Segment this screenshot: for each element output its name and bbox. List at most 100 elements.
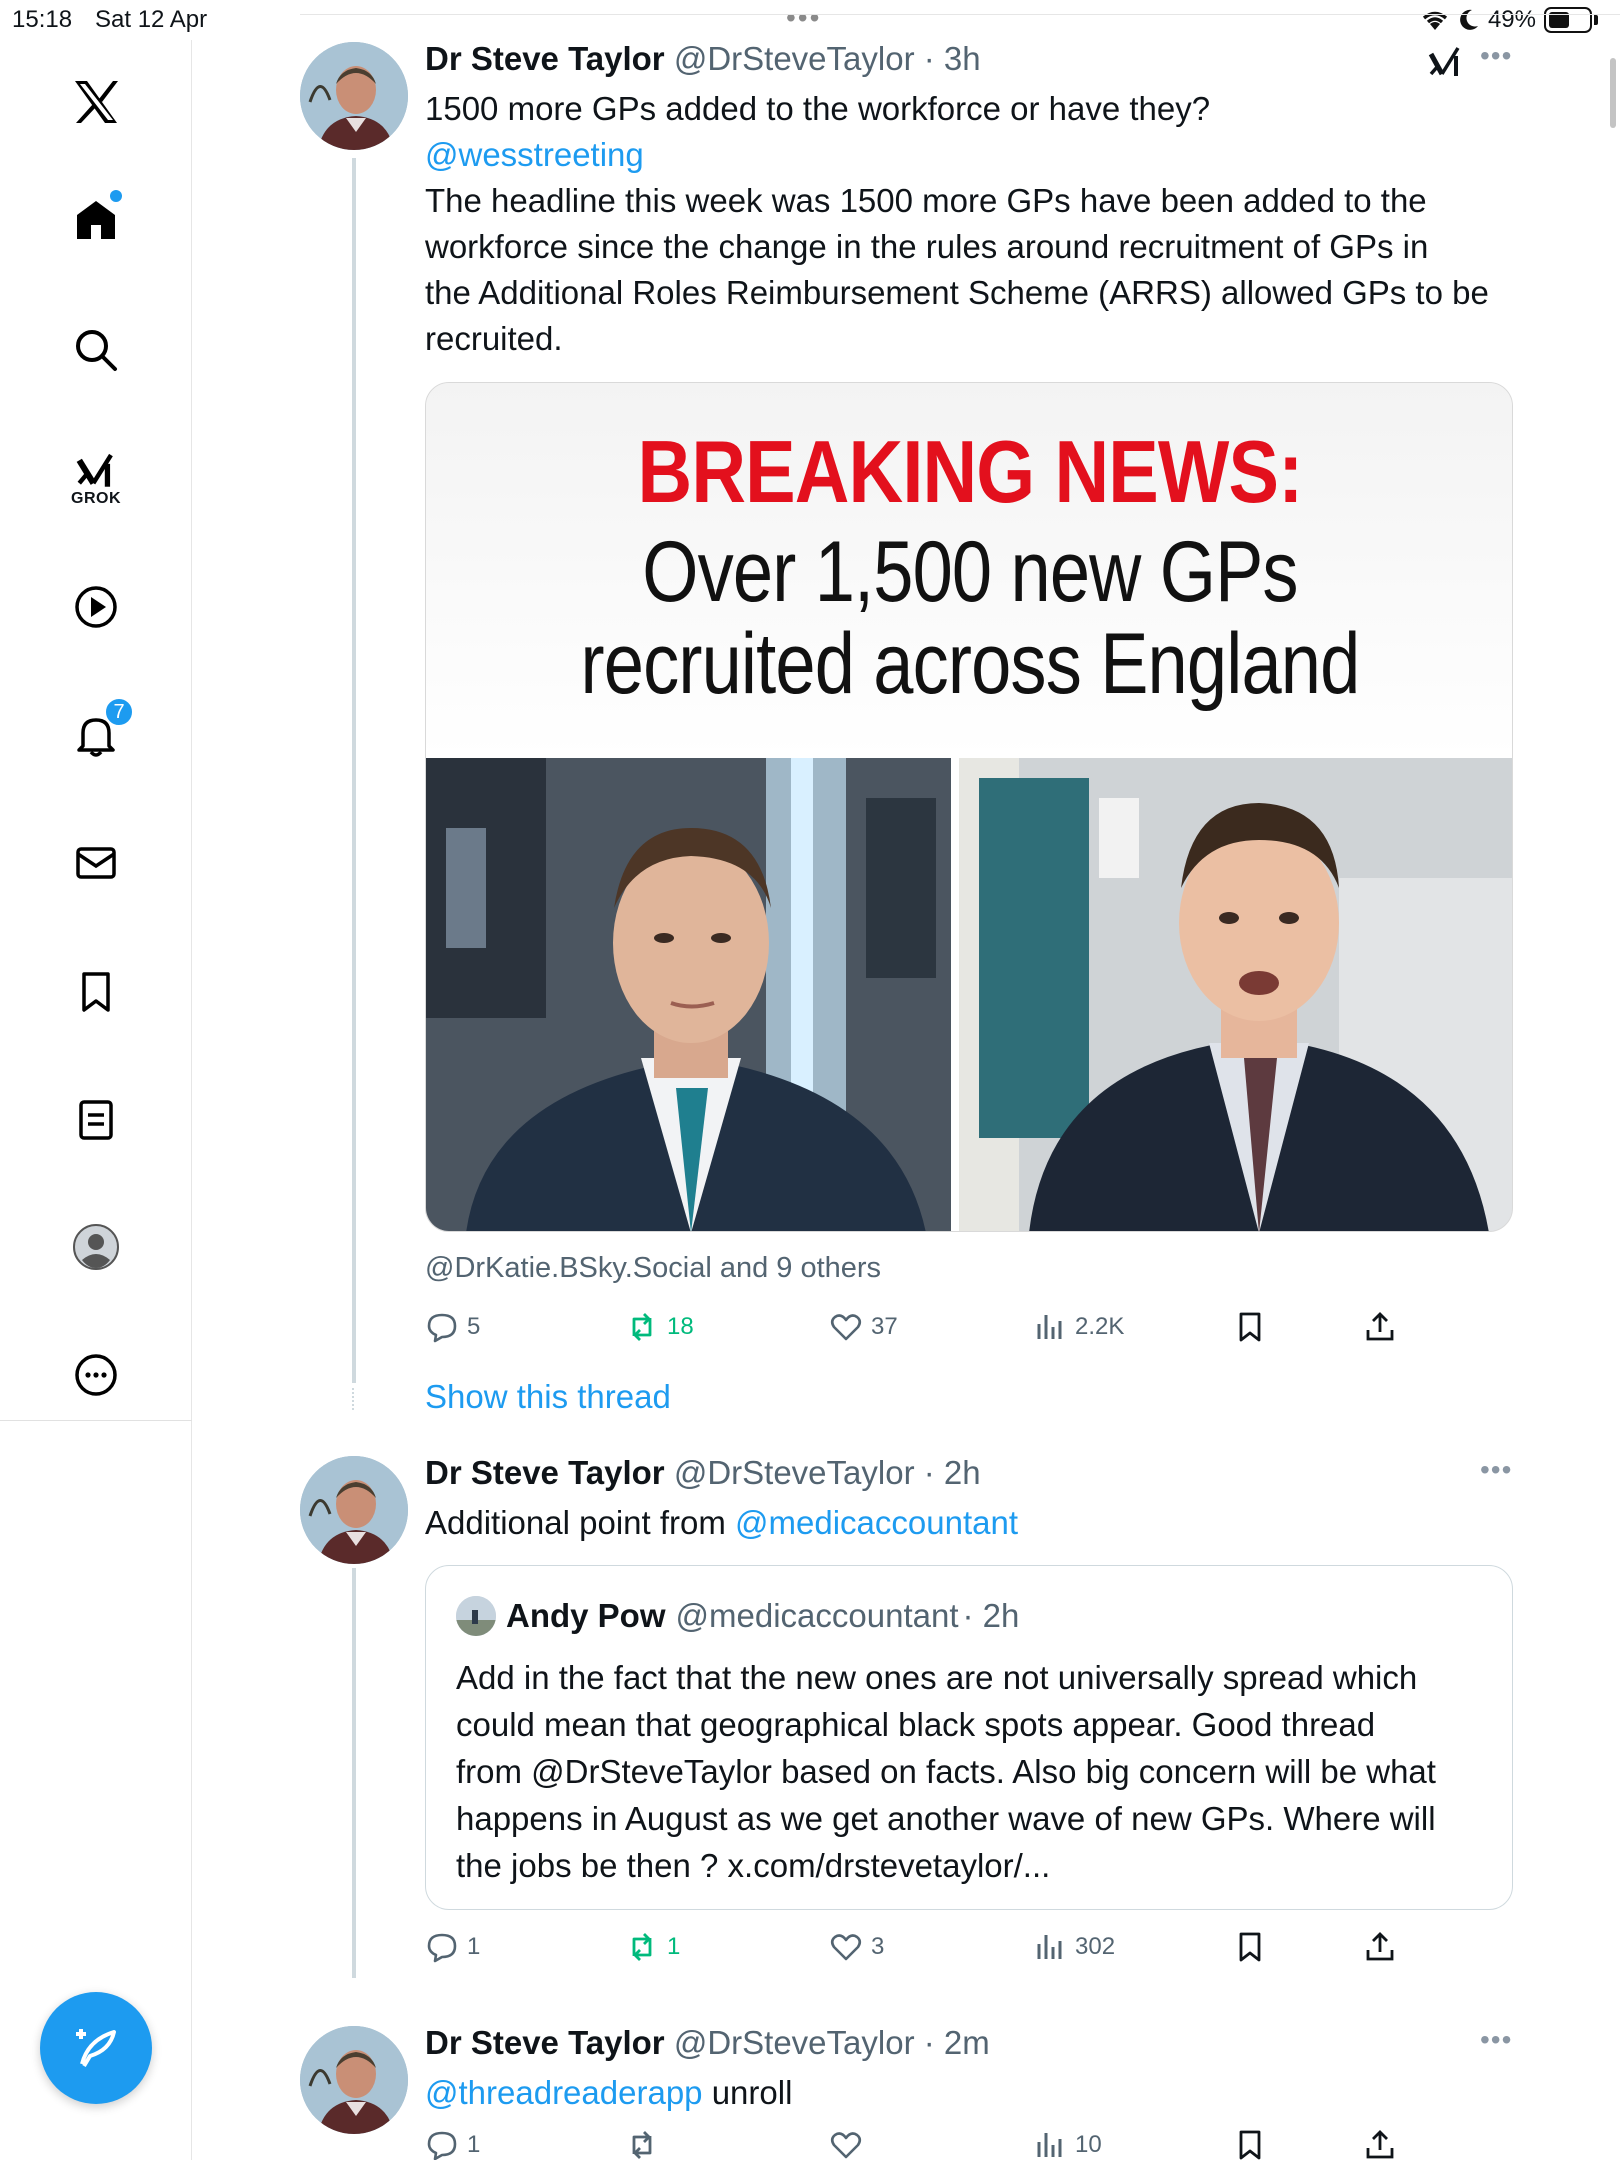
quoted-tweet-header: Andy Pow @medicaccountant · 2h [456, 1596, 1019, 1636]
tweet-time[interactable]: · 3h [924, 40, 981, 77]
mention-link[interactable]: @threadreaderapp [425, 2074, 703, 2111]
show-thread-link[interactable]: Show this thread [425, 1378, 671, 1416]
repost-button[interactable]: 18 [625, 1310, 694, 1344]
grok-explain-icon[interactable] [1428, 44, 1464, 78]
like-button[interactable] [829, 2128, 863, 2160]
guest-photo [959, 758, 1512, 1231]
more-options-icon[interactable] [56, 1335, 136, 1415]
quoted-tweet-time: · 2h [962, 1597, 1020, 1634]
news-graphic: BREAKING NEWS: Over 1,500 new GPs recrui… [426, 383, 1512, 758]
compose-feather-icon [76, 2029, 116, 2068]
share-button[interactable] [1363, 2128, 1397, 2160]
views-icon [1037, 1315, 1062, 1339]
mention-link[interactable]: @medicaccountant [735, 1504, 1018, 1541]
thread-line [352, 158, 356, 1383]
video-play-icon[interactable] [56, 567, 136, 647]
views-icon [1037, 1935, 1062, 1959]
grok-icon[interactable]: GROK [56, 438, 136, 518]
messages-envelope-icon[interactable] [56, 823, 136, 903]
repost-button[interactable]: 1 [625, 1930, 680, 1964]
tweet-time[interactable]: · 2m [924, 2024, 990, 2061]
tweet-text-line: The headline this week was 1500 more GPs… [425, 182, 1427, 219]
sidebar: GROK 7 [0, 40, 192, 2160]
tweet-actions: 1 1 3 302 [425, 1930, 1425, 1970]
search-icon[interactable] [56, 310, 136, 390]
bookmark-icon [1239, 2130, 1261, 2160]
tweet-media-image[interactable]: BREAKING NEWS: Over 1,500 new GPs recrui… [425, 382, 1513, 1232]
share-button[interactable] [1363, 1930, 1397, 1964]
like-button[interactable]: 3 [829, 1930, 884, 1964]
author-handle[interactable]: @DrSteveTaylor [674, 2024, 915, 2061]
repost-count: 1 [667, 1933, 681, 1960]
author-avatar[interactable] [300, 42, 408, 150]
tweet-text-line: Additional point from [425, 1504, 736, 1541]
multitask-dots-icon[interactable]: ••• [786, 4, 821, 32]
tweet-text-line: the Additional Roles Reimbursement Schem… [425, 274, 1489, 311]
status-indicators: 49% [1420, 6, 1598, 34]
lists-icon[interactable] [56, 1080, 136, 1160]
tweet-text-line: unroll [702, 2074, 793, 2111]
compose-post-button[interactable] [40, 1992, 152, 2104]
views-count: 302 [1075, 1933, 1116, 1960]
profile-avatar-icon[interactable] [56, 1207, 136, 1287]
tweet-header: Dr Steve Taylor @DrSteveTaylor · 2h [425, 1454, 981, 1492]
scrollbar[interactable] [1610, 58, 1616, 128]
bookmark-button[interactable] [1233, 1310, 1267, 1344]
author-avatar[interactable] [300, 1456, 408, 1564]
quoted-text-line: from @DrSteveTaylor based on facts. Also… [456, 1753, 1436, 1790]
tweet-actions: 5 18 37 2.2K [425, 1310, 1425, 1350]
reply-button[interactable]: 1 [425, 1930, 480, 1964]
views-icon [1037, 2133, 1062, 2157]
share-icon [1366, 1312, 1394, 1341]
bookmark-button[interactable] [1233, 1930, 1267, 1964]
notifications-badge: 7 [104, 697, 134, 727]
quoted-tweet[interactable]: Andy Pow @medicaccountant · 2h Add in th… [425, 1565, 1513, 1910]
home-icon[interactable] [56, 180, 136, 260]
tweet-text-line: workforce since the change in the rules … [425, 228, 1429, 265]
bookmark-button[interactable] [1233, 2128, 1267, 2160]
tweet-text: 1500 more GPs added to the workforce or … [425, 86, 1525, 362]
wifi-icon [1422, 11, 1448, 30]
views-button[interactable]: 10 [1033, 2128, 1102, 2160]
bookmark-icon [1239, 1932, 1261, 1962]
reply-button[interactable]: 5 [425, 1310, 480, 1344]
author-handle[interactable]: @DrSteveTaylor [674, 40, 915, 77]
author-name[interactable]: Dr Steve Taylor [425, 2024, 665, 2061]
news-headline-line: Over 1,500 new GPs [642, 524, 1298, 620]
reply-button[interactable]: 1 [425, 2128, 480, 2160]
tweet-more-icon[interactable]: ••• [1480, 2024, 1512, 2056]
tweet-text: Additional point from @medicaccountant [425, 1500, 1018, 1546]
repost-icon [632, 2131, 652, 2159]
like-button[interactable]: 37 [829, 1310, 898, 1344]
thread-line [352, 1568, 356, 1978]
views-button[interactable]: 2.2K [1033, 1310, 1124, 1344]
bookmarks-icon[interactable] [56, 952, 136, 1032]
tweet-header: Dr Steve Taylor @DrSteveTaylor · 3h [425, 40, 981, 78]
views-count: 2.2K [1075, 1313, 1125, 1340]
mention-link[interactable]: @wesstreeting [425, 132, 1525, 178]
tweet-more-icon[interactable]: ••• [1480, 1454, 1512, 1486]
views-button[interactable]: 302 [1033, 1930, 1115, 1964]
quoted-text-line: Add in the fact that the new ones are no… [456, 1659, 1418, 1696]
home-unread-dot [110, 190, 122, 202]
tweet-more-icon[interactable]: ••• [1480, 40, 1512, 72]
tweet-header: Dr Steve Taylor @DrSteveTaylor · 2m [425, 2024, 990, 2062]
author-name[interactable]: Dr Steve Taylor [425, 1454, 665, 1491]
reply-icon [427, 1933, 457, 1963]
battery-nub [1594, 15, 1598, 25]
tweet-time[interactable]: · 2h [924, 1454, 981, 1491]
share-button[interactable] [1363, 1310, 1397, 1344]
author-name[interactable]: Dr Steve Taylor [425, 40, 665, 77]
tagged-users-caption[interactable]: @DrKatie.BSky.Social and 9 others [425, 1252, 881, 1285]
repost-count: 18 [667, 1313, 694, 1340]
reply-count: 1 [467, 1933, 481, 1960]
like-count: 3 [871, 1933, 885, 1960]
x-logo-icon[interactable] [56, 62, 136, 142]
author-avatar[interactable] [300, 2026, 408, 2134]
notifications-bell-icon[interactable]: 7 [56, 695, 136, 775]
sidebar-divider [0, 1420, 192, 1421]
author-handle[interactable]: @DrSteveTaylor [674, 1454, 915, 1491]
news-headline-line: recruited across England [580, 616, 1361, 712]
quoted-tweet-text: Add in the fact that the new ones are no… [456, 1654, 1496, 1889]
repost-button[interactable] [625, 2128, 659, 2160]
